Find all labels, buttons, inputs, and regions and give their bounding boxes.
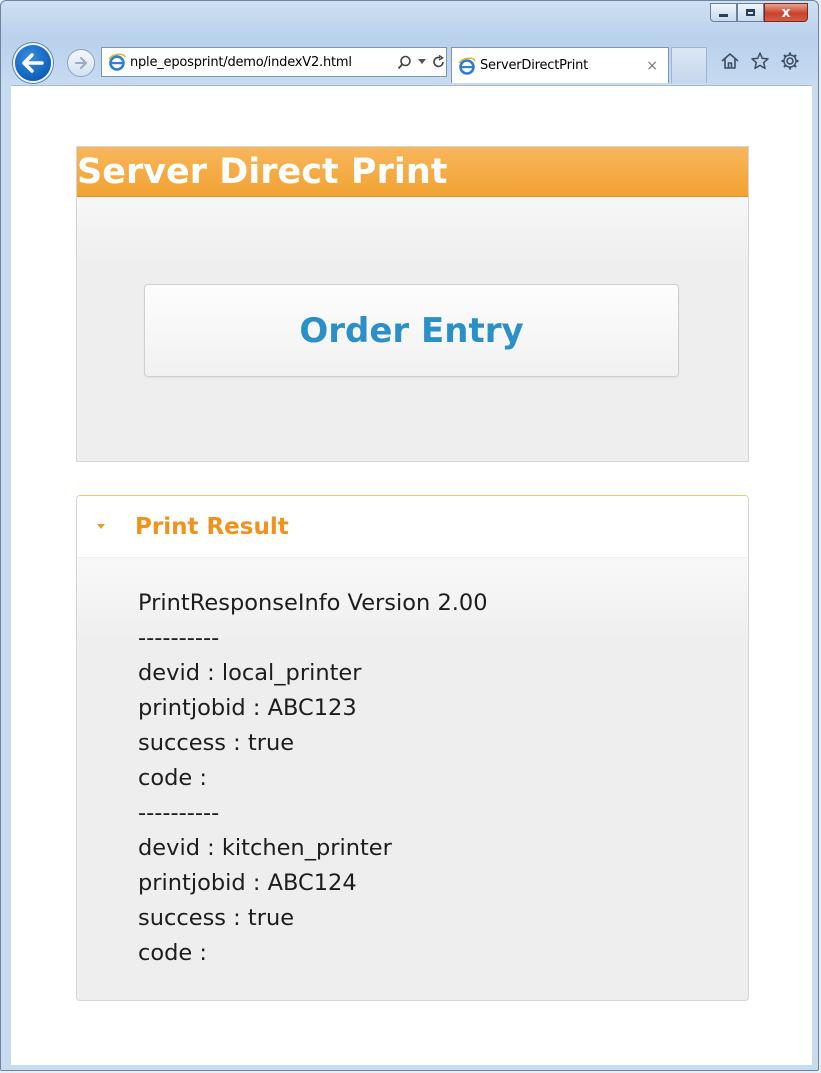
forward-button[interactable]	[67, 49, 95, 77]
result-line: success : true	[138, 730, 295, 756]
print-result-title: Print Result	[135, 513, 289, 540]
toolbar-icons	[720, 51, 800, 71]
page-title: Server Direct Print	[77, 152, 448, 192]
search-icon[interactable]	[397, 55, 412, 70]
tab-serverdirectprint[interactable]: ServerDirectPrint ×	[451, 47, 669, 83]
forward-arrow-icon	[75, 57, 87, 69]
result-line: success : true	[138, 905, 295, 931]
result-line: code :	[138, 765, 215, 791]
order-entry-button[interactable]: Order Entry	[144, 284, 679, 377]
browser-window: x nple_eposprint/demo/indexV2.html Serve…	[0, 0, 819, 1071]
refresh-icon[interactable]	[432, 55, 446, 69]
address-url[interactable]: nple_eposprint/demo/indexV2.html	[130, 55, 391, 70]
result-line: printjobid : ABC123	[138, 695, 357, 721]
page-header: Server Direct Print	[77, 147, 748, 197]
result-line: printjobid : ABC124	[138, 870, 357, 896]
close-window-button[interactable]: x	[764, 3, 808, 22]
settings-gear-icon[interactable]	[780, 51, 800, 71]
print-result-body: PrintResponseInfo Version 2.00 ---------…	[77, 558, 748, 971]
maximize-button[interactable]	[737, 3, 764, 22]
order-entry-label: Order Entry	[299, 310, 524, 351]
ie-tab-icon	[458, 56, 476, 75]
close-icon: x	[781, 4, 791, 21]
collapse-triangle-icon	[97, 524, 105, 529]
tab-title: ServerDirectPrint	[480, 58, 589, 73]
back-button[interactable]	[13, 43, 53, 83]
new-tab-button[interactable]	[671, 47, 707, 83]
main-panel: Server Direct Print Order Entry	[76, 146, 749, 462]
page-content: Server Direct Print Order Entry Print Re…	[11, 85, 812, 1065]
dropdown-arrow-icon[interactable]	[418, 59, 426, 65]
home-icon[interactable]	[720, 51, 740, 71]
ie-page-icon	[108, 53, 126, 71]
minimize-button[interactable]	[710, 3, 737, 22]
print-result-panel: Print Result PrintResponseInfo Version 2…	[76, 495, 749, 1001]
maximize-icon	[746, 9, 755, 16]
navigation-bar: nple_eposprint/demo/indexV2.html ServerD…	[1, 37, 818, 83]
result-line: ----------	[138, 800, 220, 826]
result-line: ----------	[138, 625, 220, 651]
window-controls: x	[710, 3, 808, 25]
favorites-star-icon[interactable]	[750, 51, 770, 71]
address-tools	[397, 55, 446, 70]
result-line: devid : kitchen_printer	[138, 835, 392, 861]
result-line: code :	[138, 940, 215, 966]
back-arrow-icon	[22, 53, 44, 73]
minimize-icon	[719, 14, 728, 17]
result-line: PrintResponseInfo Version 2.00	[138, 590, 488, 616]
tab-close-icon[interactable]: ×	[646, 58, 658, 74]
result-line: devid : local_printer	[138, 660, 362, 686]
print-result-header[interactable]: Print Result	[77, 496, 748, 558]
address-bar[interactable]: nple_eposprint/demo/indexV2.html	[101, 47, 447, 77]
